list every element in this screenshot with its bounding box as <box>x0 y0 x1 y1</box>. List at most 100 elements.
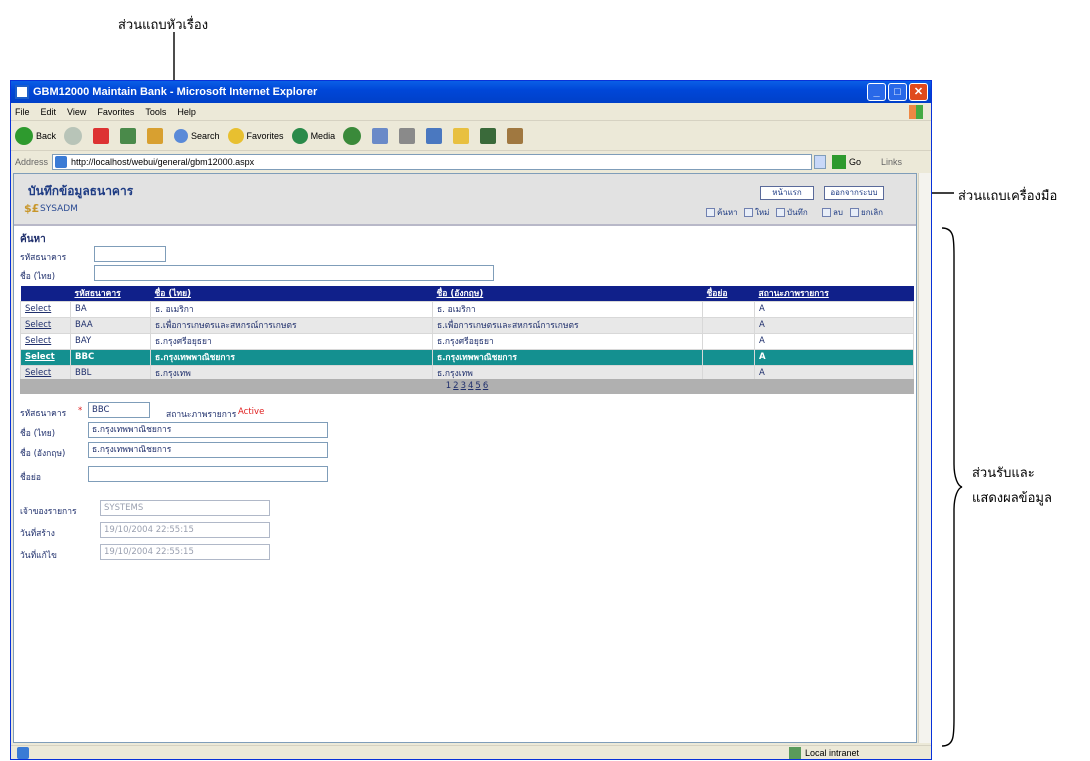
detail-abbr-input[interactable] <box>88 466 328 482</box>
search-label: Search <box>191 130 220 141</box>
home-icon <box>147 127 164 144</box>
mail-button[interactable] <box>372 127 391 144</box>
close-button[interactable]: ✕ <box>909 83 928 101</box>
media-button[interactable]: Media <box>291 127 335 144</box>
detail-name-en-input[interactable]: ธ.กรุงเทพพาณิชยการ <box>88 442 328 458</box>
select-link[interactable]: Select <box>20 348 71 366</box>
stop-button[interactable] <box>93 127 112 144</box>
cell-name-en: ธ.กรุงเทพพาณิชยการ <box>432 348 703 366</box>
logout-button[interactable]: ออกจากระบบ <box>824 186 884 200</box>
ie-status-icon <box>17 747 29 759</box>
pager-page-6[interactable]: 6 <box>483 381 488 391</box>
vertical-scrollbar[interactable] <box>918 173 931 743</box>
search-name-input[interactable] <box>94 265 494 281</box>
detail-code-input[interactable]: BBC <box>88 402 150 418</box>
pager-page-5[interactable]: 5 <box>475 381 480 391</box>
grid-header-code[interactable]: รหัสธนาคาร <box>70 286 151 301</box>
messenger-button[interactable] <box>480 127 499 144</box>
tool-save[interactable]: บันทึก <box>776 206 808 218</box>
pager-page-4[interactable]: 4 <box>468 381 473 391</box>
detail-name-th-input[interactable]: ธ.กรุงเทพพาณิชยการ <box>88 422 328 438</box>
print-button[interactable] <box>399 127 418 144</box>
home-button[interactable] <box>147 127 166 144</box>
go-arrow-icon[interactable] <box>832 155 847 169</box>
cell-status: A <box>754 348 914 366</box>
grid-header-name-en[interactable]: ชื่อ (อังกฤษ) <box>432 286 703 301</box>
status-bar: Local intranet <box>11 745 931 760</box>
search-code-input[interactable] <box>94 246 166 262</box>
links-label[interactable]: Links <box>881 157 902 167</box>
minimize-button[interactable]: _ <box>867 83 886 101</box>
stop-icon <box>93 127 110 144</box>
table-row: Select BA ธ. อเมริกา ธ. อเมริกา A <box>20 300 914 318</box>
maximize-button[interactable]: □ <box>888 83 907 101</box>
menu-view[interactable]: View <box>67 107 86 117</box>
history-icon <box>343 126 362 145</box>
grid-pager: 123456 <box>20 379 914 394</box>
grid-header-abbr[interactable]: ชื่อย่อ <box>702 286 755 301</box>
pager-page-2[interactable]: 2 <box>453 381 458 391</box>
detail-status-value: Active <box>238 407 265 417</box>
cell-name-en: ธ.กรุงศรีอยุธยา <box>432 332 703 350</box>
folder-button[interactable] <box>453 127 472 144</box>
research-button[interactable] <box>507 127 526 144</box>
cell-status: A <box>754 300 914 318</box>
back-label: Back <box>36 130 57 141</box>
forward-arrow-icon <box>64 126 83 145</box>
tool-cancel[interactable]: ยกเลิก <box>850 206 883 218</box>
cell-abbr <box>702 332 755 350</box>
detail-owner-label: เจ้าของรายการ <box>20 507 77 517</box>
browser-toolbar: Back Search Favorites Media <box>11 121 931 151</box>
annotation-toolbar: ส่วนแถบเครื่องมือ <box>958 189 1058 204</box>
menu-file[interactable]: File <box>15 107 30 117</box>
select-link[interactable]: Select <box>20 332 71 350</box>
address-dropdown-icon[interactable] <box>814 155 827 169</box>
grid-header-select <box>20 286 71 301</box>
menu-help[interactable]: Help <box>177 107 196 117</box>
tool-delete[interactable]: ลบ <box>822 206 843 218</box>
detail-modified-input: 19/10/2004 22:55:15 <box>100 544 270 560</box>
refresh-button[interactable] <box>120 127 139 144</box>
grid-header-name-th[interactable]: ชื่อ (ไทย) <box>150 286 433 301</box>
mail-icon <box>372 127 389 144</box>
cell-abbr <box>702 348 755 366</box>
detail-created-label: วันที่สร้าง <box>20 529 55 539</box>
menu-edit[interactable]: Edit <box>41 107 57 117</box>
select-link[interactable]: Select <box>20 300 71 318</box>
table-row: Select BAY ธ.กรุงศรีอยุธยา ธ.กรุงศรีอยุธ… <box>20 332 914 350</box>
favorites-button[interactable]: Favorites <box>227 127 284 144</box>
search-code-label: รหัสธนาคาร <box>20 253 67 263</box>
user-icon: $£ <box>24 202 40 215</box>
windows-logo-icon <box>909 105 923 119</box>
cell-name-th: ธ.กรุงเทพพาณิชยการ <box>150 348 433 366</box>
search-name-label: ชื่อ (ไทย) <box>20 272 56 282</box>
address-input[interactable]: http://localhost/webui/general/gbm12000.… <box>52 154 813 170</box>
tool-new-label: ใหม่ <box>755 207 770 217</box>
new-icon <box>744 207 753 217</box>
cancel-icon <box>850 207 859 217</box>
cell-name-th: ธ.กรุงศรีอยุธยา <box>150 332 433 350</box>
menu-favorites[interactable]: Favorites <box>97 107 134 117</box>
address-bar: Address http://localhost/webui/general/g… <box>11 152 931 172</box>
grid-header-row: รหัสธนาคาร ชื่อ (ไทย) ชื่อ (อังกฤษ) ชื่อ… <box>20 286 914 301</box>
grid-header-status[interactable]: สถานะภาพรายการ <box>754 286 914 301</box>
page-title: บันทึกข้อมูลธนาคาร <box>28 184 134 198</box>
tool-search[interactable]: ค้นหา <box>706 206 738 218</box>
select-link[interactable]: Select <box>20 316 71 334</box>
pager-page-3[interactable]: 3 <box>461 381 466 391</box>
back-button[interactable]: Back <box>15 126 57 145</box>
cell-name-th: ธ.เพื่อการเกษตรและสหกรณ์การเกษตร <box>150 316 433 334</box>
pager-page-1[interactable]: 1 <box>446 381 451 391</box>
home-page-button[interactable]: หน้าแรก <box>760 186 814 200</box>
menu-tools[interactable]: Tools <box>145 107 166 117</box>
search-button[interactable]: Search <box>174 128 220 143</box>
forward-button[interactable] <box>64 126 85 145</box>
annotation-io-line1: ส่วนรับและ <box>972 466 1035 481</box>
cell-abbr <box>702 316 755 334</box>
history-button[interactable] <box>343 126 364 145</box>
edit-button[interactable] <box>426 127 445 144</box>
star-icon <box>227 127 244 144</box>
tool-new[interactable]: ใหม่ <box>744 206 769 218</box>
table-row-selected: Select BBC ธ.กรุงเทพพาณิชยการ ธ.กรุงเทพพ… <box>20 348 914 366</box>
go-button[interactable]: Go <box>849 157 861 167</box>
